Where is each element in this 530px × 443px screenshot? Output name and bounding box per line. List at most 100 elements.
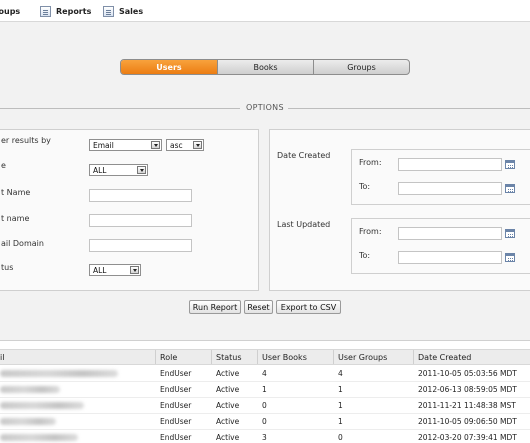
cell-role: EndUser [160,369,192,378]
table-row[interactable]: EndUser Active 3 0 2012-03-20 07:39:41 M… [0,430,530,443]
calendar-icon[interactable] [505,184,515,193]
menu-item-reports[interactable]: Reports [40,4,91,18]
order-results-label: er results by [1,136,51,145]
last-name-label: t name [1,214,30,223]
date-created-to-field[interactable] [398,182,502,195]
cell-created: 2011-10-05 09:06:50 MDT [418,417,517,426]
cell-status: Active [216,369,240,378]
column-header-status[interactable]: Status [216,353,242,362]
run-report-button[interactable]: Run Report [189,300,241,314]
cell-groups: 0 [338,433,343,442]
order-direction-value: asc [170,140,183,150]
column-header-user-groups[interactable]: User Groups [338,353,387,362]
column-divider [155,350,156,364]
cell-books: 3 [262,433,267,442]
redacted-email [0,402,84,409]
first-name-field[interactable] [89,189,192,202]
menu-item-groups[interactable]: Groups [0,4,20,18]
cell-role: EndUser [160,417,192,426]
cell-books: 4 [262,369,267,378]
last-updated-to-field[interactable] [398,251,502,264]
column-divider [211,350,212,364]
menu-item-groups-label: Groups [0,6,21,16]
column-header-email[interactable]: il [0,353,4,362]
email-domain-field[interactable] [89,239,192,252]
menu-item-sales[interactable]: Sales [103,4,143,18]
chevron-down-icon [137,166,146,174]
cell-books: 0 [262,417,267,426]
table-row[interactable]: EndUser Active 0 1 2011-11-21 11:48:38 M… [0,398,530,414]
last-updated-from-field[interactable] [398,227,502,240]
cell-groups: 1 [338,401,343,410]
column-divider [333,350,334,364]
cell-role: EndUser [160,385,192,394]
cell-status: Active [216,401,240,410]
date-created-group: From: To: [351,149,530,205]
order-direction-select[interactable]: asc [166,139,204,151]
table-row[interactable]: EndUser Active 1 1 2012-06-13 08:59:05 M… [0,382,530,398]
date-created-label: Date Created [277,151,331,160]
role-label: e [1,161,6,170]
status-value: ALL [93,265,107,275]
report-type-tabs: Users Books Groups [120,59,410,75]
options-heading: OPTIONS [244,103,286,112]
options-divider-right [288,108,530,109]
redacted-email [0,370,118,377]
cell-created: 2011-10-05 05:03:56 MDT [418,369,517,378]
column-header-user-books[interactable]: User Books [262,353,307,362]
table-header: il Role Status User Books User Groups Da… [0,349,530,365]
reset-button[interactable]: Reset [244,300,273,314]
date-created-from-field[interactable] [398,158,502,171]
cell-groups: 1 [338,417,343,426]
sales-icon [103,5,114,17]
menu-item-sales-label: Sales [119,6,144,16]
cell-created: 2012-03-20 07:39:41 MDT [418,433,517,442]
cell-books: 1 [262,385,267,394]
calendar-icon[interactable] [505,229,515,238]
last-name-field[interactable] [89,214,192,227]
top-menu-bar: Groups Reports Sales [0,0,530,22]
last-updated-label: Last Updated [277,220,331,229]
last-updated-from-label: From: [359,227,382,236]
last-updated-group: From: To: [351,218,530,274]
tab-groups[interactable]: Groups [314,60,409,74]
role-select[interactable]: ALL [89,164,148,176]
cell-groups: 1 [338,385,343,394]
first-name-label: t Name [1,188,31,197]
last-updated-to-label: To: [359,251,371,260]
results-table: il Role Status User Books User Groups Da… [0,340,530,443]
reports-icon [40,5,51,17]
user-filter-panel: er results by Email asc e ALL t Name t n… [0,129,259,291]
chevron-down-icon [130,266,139,274]
order-field-select[interactable]: Email [89,139,162,151]
cell-status: Active [216,433,240,442]
table-row[interactable]: EndUser Active 4 4 2011-10-05 05:03:56 M… [0,366,530,382]
cell-created: 2012-06-13 08:59:05 MDT [418,385,517,394]
cell-role: EndUser [160,433,192,442]
status-label: tus [1,263,14,272]
column-header-date-created[interactable]: Date Created [418,353,471,362]
options-divider-left [0,108,240,109]
cell-status: Active [216,417,240,426]
redacted-email [0,386,60,393]
calendar-icon[interactable] [505,253,515,262]
chevron-down-icon [193,141,202,149]
chevron-down-icon [151,141,160,149]
date-created-to-label: To: [359,182,371,191]
column-divider [413,350,414,364]
redacted-email [0,418,56,425]
redacted-email [0,434,78,441]
export-csv-button[interactable]: Export to CSV [276,300,341,314]
cell-groups: 4 [338,369,343,378]
cell-status: Active [216,385,240,394]
role-value: ALL [93,165,107,175]
tab-users[interactable]: Users [121,60,218,74]
cell-books: 0 [262,401,267,410]
cell-created: 2011-11-21 11:48:38 MST [418,401,516,410]
cell-role: EndUser [160,401,192,410]
status-select[interactable]: ALL [89,264,141,276]
table-row[interactable]: EndUser Active 0 1 2011-10-05 09:06:50 M… [0,414,530,430]
column-header-role[interactable]: Role [160,353,177,362]
tab-books[interactable]: Books [218,60,314,74]
calendar-icon[interactable] [505,160,515,169]
